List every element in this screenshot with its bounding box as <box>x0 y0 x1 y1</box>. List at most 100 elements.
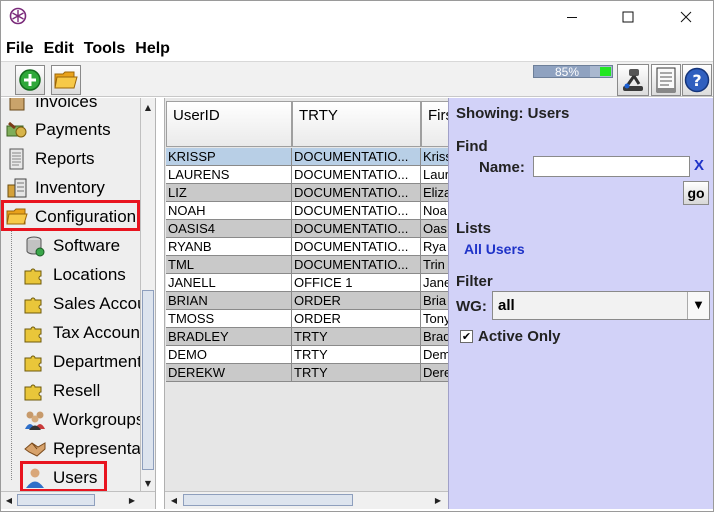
tree-item-sales-accounts[interactable]: Sales Accounts <box>23 290 155 318</box>
tree-item-label: Locations <box>53 265 126 284</box>
table-header: UserID TRTY First <box>165 101 448 147</box>
help-icon: ? <box>684 67 710 93</box>
navigation-tree: Invoices Payments Reports Inventory Conf <box>1 98 156 509</box>
tree-item-payments[interactable]: Payments <box>5 116 111 144</box>
toolbar: 85% ? <box>1 61 713 97</box>
menu-file[interactable]: File <box>1 36 39 58</box>
all-users-link[interactable]: All Users <box>464 241 525 257</box>
cell-userid: OASIS4 <box>166 220 292 238</box>
cell-trty: TRTY <box>292 328 421 346</box>
cell-trty: DOCUMENTATIO... <box>292 184 421 202</box>
close-icon <box>680 11 692 22</box>
help-button[interactable]: ? <box>682 64 712 96</box>
cell-userid: LIZ <box>166 184 292 202</box>
table-row[interactable]: LIZDOCUMENTATIO...Eliza <box>166 184 448 202</box>
table-row[interactable]: BRIAN ORDER Bria <box>166 292 448 310</box>
scroll-right-icon[interactable]: ▶ <box>431 493 445 507</box>
puzzle-icon <box>23 264 47 286</box>
folder-icon <box>54 71 78 89</box>
table-row[interactable]: JANELLOFFICE 1Jane <box>166 274 448 292</box>
menu-edit[interactable]: Edit <box>39 36 79 58</box>
table-horizontal-scrollbar[interactable]: ◀ ▶ <box>165 491 448 509</box>
group-icon <box>23 409 47 431</box>
title-bar <box>1 1 713 33</box>
table-row[interactable]: KRISSPDOCUMENTATIO...Kriss <box>166 148 448 166</box>
lists-heading: Lists <box>456 220 492 237</box>
minimize-button[interactable] <box>549 1 595 32</box>
workgroup-select-value: all <box>498 297 515 314</box>
cell-userid: BRIAN <box>166 292 292 310</box>
robot-button[interactable] <box>617 64 649 96</box>
maximize-button[interactable] <box>605 1 651 32</box>
application-window: File Edit Tools Help 85% ? Invoices Paym… <box>0 0 714 512</box>
tree-item-label: Workgroups <box>53 410 145 429</box>
tree-item-software[interactable]: Software <box>23 232 120 260</box>
document-button[interactable] <box>651 64 681 96</box>
tree-vertical-scrollbar[interactable]: ▲ ▼ <box>140 98 155 491</box>
scroll-right-icon[interactable]: ▶ <box>125 493 139 507</box>
minimize-icon <box>567 16 577 18</box>
menu-help[interactable]: Help <box>130 36 175 58</box>
svg-text:?: ? <box>692 71 701 90</box>
progress-text: 85% <box>554 65 580 79</box>
chevron-down-icon[interactable]: ▼ <box>687 292 709 319</box>
table-row[interactable]: NOAH DOCUMENTATIO... Noa <box>166 202 448 220</box>
tree-item-tax-accounts[interactable]: Tax Accounts <box>23 319 153 347</box>
status-indicator <box>600 67 611 76</box>
add-icon <box>19 69 41 91</box>
cell-trty: OFFICE 1 <box>292 274 421 292</box>
name-search-input[interactable] <box>533 156 690 177</box>
workgroup-select[interactable]: all ▼ <box>492 291 710 320</box>
open-folder-button[interactable] <box>51 65 81 95</box>
table-row[interactable]: OASIS4 DOCUMENTATIO... Oas <box>166 220 448 238</box>
highlight-box <box>1 200 140 231</box>
tree-item-reports[interactable]: Reports <box>5 145 95 173</box>
tree-item-inventory[interactable]: Inventory <box>5 174 105 202</box>
scroll-thumb[interactable] <box>142 290 154 470</box>
cell-userid: KRISSP <box>166 148 292 166</box>
scroll-up-icon[interactable]: ▲ <box>141 100 155 114</box>
tree-item-label: Invoices <box>35 98 98 111</box>
database-icon <box>23 235 47 257</box>
column-header-first[interactable]: First <box>421 101 448 147</box>
scroll-down-icon[interactable]: ▼ <box>141 476 155 490</box>
menu-tools[interactable]: Tools <box>79 36 130 58</box>
cell-first: Jane <box>421 274 448 292</box>
tree-item-label: Tax Accounts <box>53 323 154 342</box>
table-row[interactable]: DEMO TRTY Dem <box>166 346 448 364</box>
tree-item-invoices[interactable]: Invoices <box>5 98 97 116</box>
go-button[interactable]: go <box>683 181 709 205</box>
clear-search-button[interactable]: X <box>694 157 704 174</box>
table-row[interactable]: LAURENS DOCUMENTATIO... Laur <box>166 166 448 184</box>
cell-first: Tony <box>421 311 448 328</box>
puzzle-icon <box>23 351 47 373</box>
active-only-checkbox[interactable]: ✔ <box>460 330 473 343</box>
scroll-thumb[interactable] <box>17 494 95 506</box>
tree-item-resell[interactable]: Resell <box>23 377 100 405</box>
tree-item-representatives[interactable]: Representatives <box>23 435 155 463</box>
active-only-label: Active Only <box>478 328 561 345</box>
menu-bar: File Edit Tools Help <box>1 36 713 60</box>
add-button[interactable] <box>15 65 45 95</box>
inventory-icon <box>5 177 29 199</box>
column-header-trty[interactable]: TRTY <box>292 101 421 147</box>
scroll-left-icon[interactable]: ◀ <box>167 493 181 507</box>
tree-item-label: Resell <box>53 381 101 400</box>
tree-horizontal-scrollbar[interactable]: ◀ ▶ <box>1 491 155 509</box>
scroll-left-icon[interactable]: ◀ <box>2 493 16 507</box>
scroll-thumb[interactable] <box>183 494 353 506</box>
column-header-userid[interactable]: UserID <box>166 101 292 147</box>
close-button[interactable] <box>663 1 709 32</box>
reports-icon <box>5 148 29 170</box>
tree-item-departments[interactable]: Departments <box>23 348 150 376</box>
table-row[interactable]: TMOSS ORDER Tony <box>166 310 448 328</box>
table-row[interactable]: RYANB DOCUMENTATIO... Rya <box>166 238 448 256</box>
tree-item-label: Payments <box>35 120 111 139</box>
tree-item-locations[interactable]: Locations <box>23 261 126 289</box>
tree-item-workgroups[interactable]: Workgroups <box>23 406 144 434</box>
table-row[interactable]: BRADLEY TRTY Brad <box>166 328 448 346</box>
table-row[interactable]: TML DOCUMENTATIO... Trin <box>166 256 448 274</box>
table-row[interactable]: DEREKWTRTYDere <box>166 364 448 382</box>
maximize-icon <box>622 11 634 22</box>
cell-userid: JANELL <box>166 274 292 292</box>
